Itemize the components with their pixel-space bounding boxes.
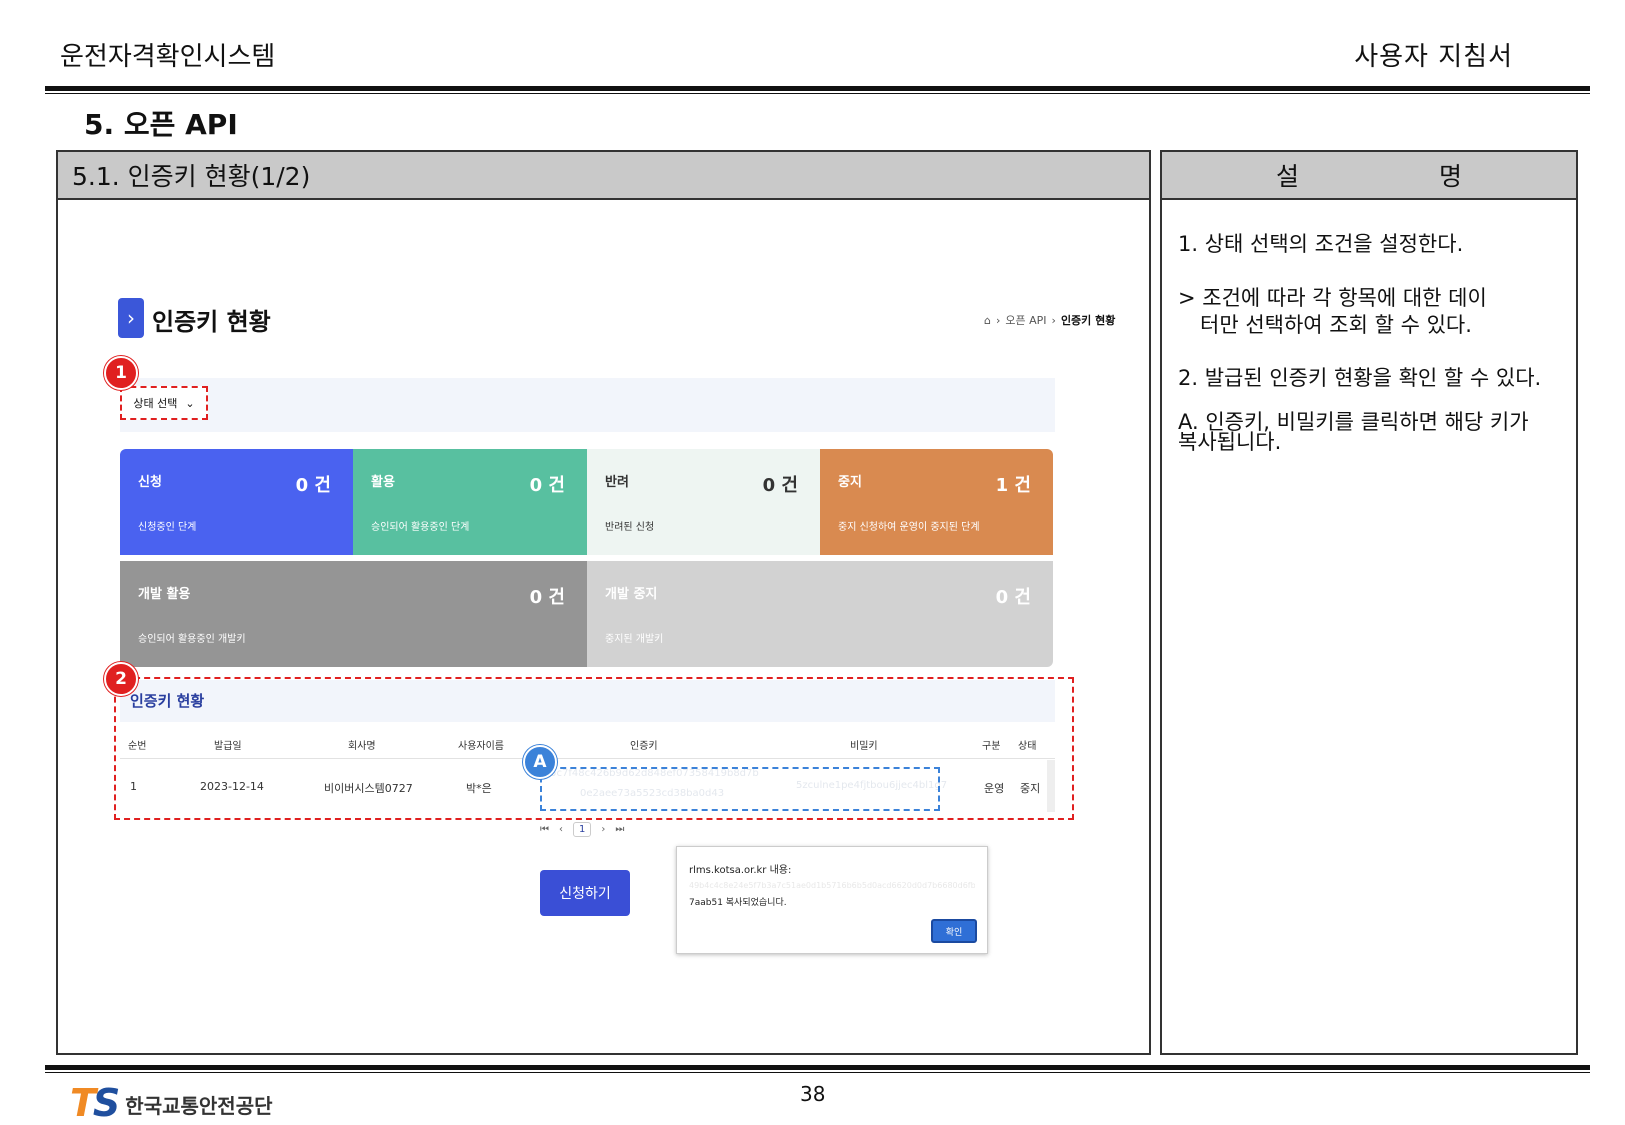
card-apply[interactable]: 신청 0 건 신청중인 단계 <box>120 449 353 555</box>
table-header-row: 순번 발급일 회사명 사용자이름 인증키 비밀키 구분 상태 <box>120 737 1055 752</box>
cell-company: 비이버시스템0727 <box>324 782 413 795</box>
card-label: 개발 중지 <box>605 587 658 602</box>
cell-no: 1 <box>130 780 137 793</box>
card-active[interactable]: 활용 0 건 승인되어 활용중인 단계 <box>353 449 587 555</box>
last-page-icon[interactable]: ⏭ <box>615 824 624 835</box>
screenshot-panel: 5.1. 인증키 현황(1/2) › 인증키 현황 ⌂ › 오픈 API › 인… <box>56 150 1151 1055</box>
card-count: 0 건 <box>295 475 331 496</box>
col-date: 발급일 <box>214 741 242 752</box>
dialog-message: 7aab51 복사되었습니다. <box>689 898 787 908</box>
card-sub: 중지 신청하여 운영이 중지된 단계 <box>838 522 980 533</box>
card-sub: 중지된 개발키 <box>605 634 664 645</box>
key-table-header-bar <box>120 680 1055 722</box>
filter-bar <box>120 378 1055 432</box>
description-title-b: 명 <box>1439 162 1463 191</box>
table-scrollbar[interactable] <box>1047 760 1055 812</box>
status-select[interactable]: 상태 선택 ⌄ <box>120 386 208 420</box>
card-sub: 반려된 신청 <box>605 522 655 533</box>
breadcrumb: ⌂ › 오픈 API › 인증키 현황 <box>984 312 1115 328</box>
description-title-a: 설 <box>1275 162 1299 191</box>
apply-button[interactable]: 신청하기 <box>540 870 630 916</box>
dialog-title: rlms.kotsa.or.kr 내용: <box>689 865 792 876</box>
col-status: 상태 <box>1018 741 1037 752</box>
dialog-ok-button[interactable]: 확인 <box>931 919 977 943</box>
card-label: 개발 활용 <box>138 587 191 602</box>
table-divider <box>120 758 1055 759</box>
cell-status: 중지 <box>1020 782 1041 795</box>
cell-type: 운영 <box>984 782 1005 795</box>
first-page-icon[interactable]: ⏮ <box>540 824 549 835</box>
card-count: 0 건 <box>762 475 798 496</box>
desc-item-1-detail: > 조건에 따라 각 항목에 대한 데이 <box>1178 286 1487 310</box>
card-count: 0 건 <box>529 475 565 496</box>
next-page-icon[interactable]: › <box>601 824 605 835</box>
prev-page-icon[interactable]: ‹ <box>559 824 563 835</box>
footer-rule-thin <box>45 1072 1590 1073</box>
footer-rule <box>45 1065 1590 1070</box>
screen-capture: › 인증키 현황 ⌂ › 오픈 API › 인증키 현황 상태 선택 ⌄ 1 신… <box>58 200 1149 1053</box>
card-suspended[interactable]: 중지 1 건 중지 신청하여 운영이 중지된 단계 <box>820 449 1053 555</box>
header-rule-thin <box>45 93 1590 94</box>
copy-key-highlight <box>540 767 940 811</box>
card-sub: 승인되어 활용중인 개발키 <box>138 634 246 645</box>
cell-user: 박*은 <box>466 782 492 795</box>
org-logo: TS 한국교통안전공단 <box>70 1081 273 1125</box>
card-count: 1 건 <box>995 475 1031 496</box>
col-user: 사용자이름 <box>458 741 504 752</box>
desc-item-1-detail-cont: 터만 선택하여 조회 할 수 있다. <box>1200 313 1472 337</box>
col-secret: 비밀키 <box>850 741 878 752</box>
header-rule <box>45 86 1590 91</box>
breadcrumb-sep-icon: › <box>995 313 1001 327</box>
description-title: 설 명 <box>1162 152 1576 200</box>
card-sub: 승인되어 활용중인 단계 <box>371 522 470 533</box>
ts-logo-icon: TS <box>70 1081 120 1125</box>
copy-dialog: rlms.kotsa.or.kr 내용: 49b4c4c8e24e5f7b3a7… <box>676 846 988 954</box>
system-name: 운전자격확인시스템 <box>60 42 276 72</box>
card-count: 0 건 <box>529 587 565 608</box>
org-name: 한국교통안전공단 <box>125 1094 273 1118</box>
col-company: 회사명 <box>348 741 376 752</box>
col-type: 구분 <box>982 741 1001 752</box>
card-dev-suspended[interactable]: 개발 중지 0 건 중지된 개발키 <box>587 561 1053 667</box>
col-no: 순번 <box>128 741 147 752</box>
breadcrumb-sep-icon: › <box>1051 313 1056 327</box>
badge-2: 2 <box>104 662 138 696</box>
home-icon[interactable]: ⌂ <box>984 314 991 327</box>
desc-item-1: 1. 상태 선택의 조건을 설정한다. <box>1178 232 1464 256</box>
card-dev-active[interactable]: 개발 활용 0 건 승인되어 활용중인 개발키 <box>120 561 587 667</box>
page-number: 38 <box>800 1082 826 1106</box>
card-rejected[interactable]: 반려 0 건 반려된 신청 <box>587 449 820 555</box>
title-chevron-icon: › <box>118 298 144 338</box>
section-title: 5. 오픈 API <box>84 108 238 141</box>
description-panel: 설 명 1. 상태 선택의 조건을 설정한다. > 조건에 따라 각 항목에 대… <box>1160 150 1578 1055</box>
doc-type: 사용자 지침서 <box>1354 42 1513 72</box>
pagination: ⏮ ‹ 1 › ⏭ <box>540 822 624 837</box>
dialog-hash: 49b4c4c8e24e5f7b3a7c51ae0d1b5716b6b5d0ac… <box>689 881 975 890</box>
cell-date: 2023-12-14 <box>200 780 264 793</box>
card-sub: 신청중인 단계 <box>138 522 197 533</box>
breadcrumb-level2: 인증키 현황 <box>1060 314 1116 327</box>
badge-1: 1 <box>104 356 138 390</box>
badge-a: A <box>523 745 557 779</box>
desc-item-2: 2. 발급된 인증키 현황을 확인 할 수 있다. <box>1178 366 1542 390</box>
page-1[interactable]: 1 <box>573 822 592 837</box>
chevron-down-icon: ⌄ <box>185 396 195 410</box>
key-table-title: 인증키 현황 <box>130 692 205 710</box>
breadcrumb-level1[interactable]: 오픈 API <box>1005 312 1046 328</box>
status-select-label: 상태 선택 <box>133 397 178 410</box>
col-key: 인증키 <box>630 741 658 752</box>
desc-item-a-cont: 복사됩니다. <box>1178 430 1282 454</box>
card-count: 0 건 <box>995 587 1031 608</box>
panel-title: 5.1. 인증키 현황(1/2) <box>58 152 1149 200</box>
screen-page-title: 인증키 현황 <box>152 308 271 336</box>
